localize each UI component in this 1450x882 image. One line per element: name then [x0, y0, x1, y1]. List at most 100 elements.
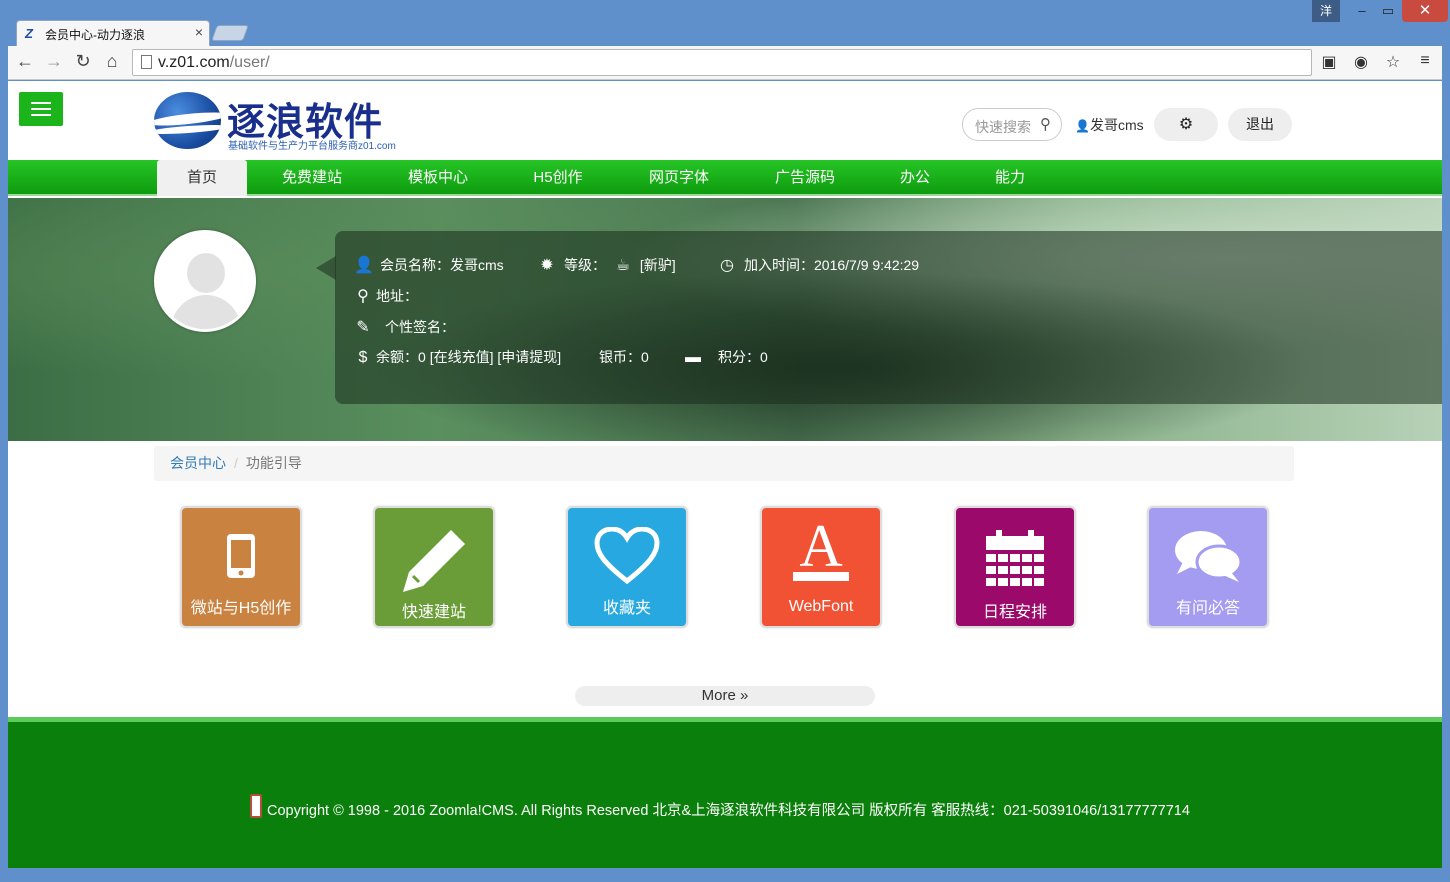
- menu-icon[interactable]: ≡: [1415, 52, 1435, 72]
- badge-icon: ✹: [540, 257, 554, 274]
- silver-value: 银币：0: [599, 349, 649, 365]
- member-name: 会员名称：发哥cms: [380, 257, 504, 273]
- logo-tagline: 基础软件与生产力平台服务商z01.com: [228, 141, 396, 152]
- recharge-link[interactable]: [在线充值]: [430, 349, 494, 365]
- address-url: v.z01.com/user/: [158, 54, 270, 72]
- breadcrumb-separator: /: [234, 455, 238, 471]
- calendar-icon: [956, 526, 1074, 594]
- tile-label: 微站与H5创作: [190, 600, 292, 617]
- clock-icon: ◷: [720, 257, 734, 274]
- balance-row: $ 余额：0 [在线充值] [申请提现]: [354, 347, 562, 367]
- maximize-icon[interactable]: ▭: [1374, 0, 1402, 22]
- hamburger-menu-button[interactable]: [19, 92, 63, 126]
- tile-schedule[interactable]: 日程安排: [954, 506, 1076, 628]
- home-icon[interactable]: ⌂: [101, 51, 123, 72]
- window-user-badge[interactable]: 洋: [1312, 0, 1340, 22]
- points-value: 积分：0: [718, 349, 768, 365]
- user-icon: 👤: [354, 257, 374, 274]
- extension-icon[interactable]: ▣: [1319, 52, 1339, 72]
- logout-button[interactable]: 退出: [1228, 108, 1292, 141]
- tab-close-icon[interactable]: ×: [195, 24, 203, 40]
- tile-label: 日程安排: [982, 604, 1047, 621]
- withdraw-link[interactable]: [申请提现]: [497, 349, 561, 365]
- phone-icon: [250, 794, 262, 818]
- avatar[interactable]: [154, 230, 256, 332]
- main-nav: 首页 免费建站 模板中心 H5创作 网页字体 广告源码 办公 能力: [8, 160, 1442, 196]
- pencil-icon: [375, 526, 493, 594]
- font-a-icon: A: [762, 516, 880, 586]
- svg-text:A: A: [799, 516, 842, 579]
- nav-item-free-site[interactable]: 免费建站: [265, 160, 359, 196]
- address-host: v.z01.com: [158, 54, 230, 71]
- tile-label: WebFont: [788, 598, 854, 615]
- site-logo[interactable]: 逐浪软件 基础软件与生产力平台服务商z01.com: [154, 91, 404, 152]
- silver-row: 银币：0: [599, 347, 649, 367]
- site-favicon-icon: Z: [25, 26, 33, 41]
- settings-button[interactable]: ⚙: [1154, 108, 1218, 141]
- nav-item-ad-source[interactable]: 广告源码: [758, 160, 852, 196]
- gear-icon: ⚙: [1178, 116, 1194, 133]
- coffee-cup-icon: ☕: [615, 257, 631, 274]
- tile-label: 快速建站: [401, 604, 466, 621]
- minimize-icon[interactable]: –: [1348, 0, 1376, 22]
- address-label: 地址：: [376, 288, 418, 304]
- tile-h5-creation[interactable]: 微站与H5创作: [180, 506, 302, 628]
- nav-item-h5[interactable]: H5创作: [513, 160, 603, 196]
- user-icon: 👤: [1075, 119, 1090, 133]
- tile-qa[interactable]: 有问必答: [1147, 506, 1269, 628]
- new-tab-button[interactable]: [211, 25, 249, 41]
- nav-item-office[interactable]: 办公: [888, 160, 942, 196]
- tab-member-center[interactable]: Z 会员中心-动力逐浪 ×: [16, 20, 210, 46]
- window-close-icon[interactable]: ✕: [1402, 0, 1448, 22]
- heart-icon: [568, 522, 686, 590]
- tile-webfont[interactable]: A WebFont: [760, 506, 882, 628]
- rank-value[interactable]: [新驴]: [640, 257, 676, 273]
- join-time: 加入时间：2016/7/9 9:42:29: [744, 257, 920, 273]
- address-row: ⚲ 地址：: [354, 286, 418, 306]
- mobile-icon: [182, 522, 300, 590]
- nav-item-templates[interactable]: 模板中心: [391, 160, 485, 196]
- footer-copyright: Copyright © 1998 - 2016 Zoomla!CMS. All …: [267, 803, 1190, 819]
- info-panel-pointer: [316, 256, 336, 280]
- nav-item-webfont[interactable]: 网页字体: [632, 160, 726, 196]
- reload-icon[interactable]: ↻: [72, 51, 94, 72]
- forward-icon[interactable]: →: [43, 51, 65, 72]
- member-name-row: 👤 会员名称：发哥cms: [354, 255, 504, 275]
- avatar-head: [187, 253, 225, 293]
- search-icon[interactable]: ⚲: [1040, 115, 1051, 133]
- tile-favorites[interactable]: 收藏夹: [566, 506, 688, 628]
- breadcrumb-current: 功能引导: [245, 455, 302, 471]
- tab-strip: Z 会员中心-动力逐浪 × 洋 – ▭ ✕: [0, 0, 1450, 46]
- quick-search-input[interactable]: 快速搜索 ⚲: [962, 108, 1062, 141]
- tile-quick-site[interactable]: 快速建站: [373, 506, 495, 628]
- user-link[interactable]: 👤发哥cms: [1075, 115, 1144, 135]
- tile-label: 收藏夹: [602, 600, 651, 617]
- more-button[interactable]: More »: [575, 686, 875, 706]
- nav-item-ability[interactable]: 能力: [983, 160, 1037, 196]
- edit-icon: ✎: [356, 319, 370, 336]
- nav-item-home[interactable]: 首页: [157, 160, 247, 196]
- address-bar[interactable]: v.z01.com/user/: [132, 49, 1312, 76]
- page-icon: [141, 55, 152, 69]
- browser-toolbar: ← → ↻ ⌂ v.z01.com/user/ ▣ ◉ ☆ ≡: [8, 46, 1442, 80]
- points-row: ▬ 积分：0: [680, 347, 768, 367]
- back-icon[interactable]: ←: [14, 51, 36, 72]
- dollar-icon: $: [358, 349, 368, 366]
- tab-title: 会员中心-动力逐浪: [45, 28, 145, 42]
- logo-globe-icon: [154, 92, 221, 149]
- breadcrumb-member-center[interactable]: 会员中心: [170, 455, 226, 471]
- balance-value: 余额：0: [376, 349, 426, 365]
- camera-extension-icon[interactable]: ◉: [1351, 52, 1371, 72]
- bookmark-star-icon[interactable]: ☆: [1383, 52, 1403, 72]
- search-placeholder: 快速搜索: [975, 119, 1031, 135]
- footer: Copyright © 1998 - 2016 Zoomla!CMS. All …: [8, 717, 1442, 868]
- signature-row: ✎ 个性签名：: [354, 317, 455, 337]
- rank-label: 等级：: [564, 257, 606, 273]
- window-bottom-border: [8, 868, 1442, 874]
- address-path: /user/: [229, 54, 270, 71]
- map-marker-icon: ⚲: [357, 288, 369, 305]
- web-page: 逐浪软件 基础软件与生产力平台服务商z01.com 快速搜索 ⚲ 👤发哥cms …: [8, 81, 1442, 868]
- chat-icon: [1149, 522, 1267, 590]
- avatar-body: [171, 295, 241, 329]
- rank-row: ✹ 等级： ☕ [新驴]: [538, 255, 676, 275]
